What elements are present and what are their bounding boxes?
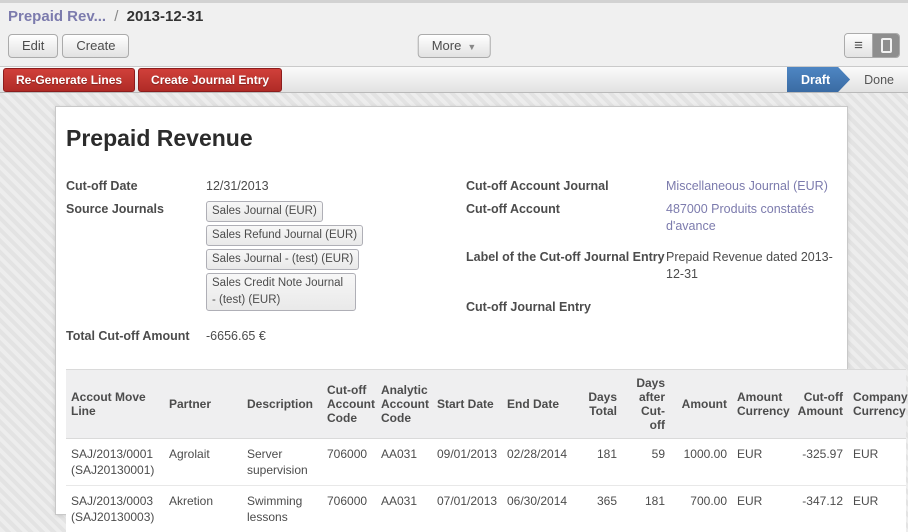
column-header: Analytic Account Code xyxy=(376,370,432,439)
table-cell: -325.97 xyxy=(790,439,848,486)
form-view-icon xyxy=(881,38,892,53)
column-header: Days after Cut-off xyxy=(622,370,670,439)
source-journals-tags: Sales Journal (EUR) Sales Refund Journal… xyxy=(206,201,466,314)
app-window: Prepaid Rev... / 2013-12-31 Edit Create … xyxy=(0,0,908,532)
list-view-icon: ≡ xyxy=(854,38,863,53)
create-button[interactable]: Create xyxy=(62,34,129,58)
journal-entry-label-value: Prepaid Revenue dated 2013-12-31 xyxy=(666,249,841,283)
table-cell: AA031 xyxy=(376,486,432,532)
column-header: Cut-off Account Code xyxy=(322,370,376,439)
field-label: Source Journals xyxy=(66,201,206,314)
table-cell: -347.12 xyxy=(790,486,848,532)
field-journal-entry-label: Label of the Cut-off Journal Entry Prepa… xyxy=(466,249,847,283)
form-fields: Cut-off Date 12/31/2013 Source Journals … xyxy=(66,178,847,351)
column-header: Days Total xyxy=(582,370,622,439)
field-cutoff-date: Cut-off Date 12/31/2013 xyxy=(66,178,466,195)
journal-tag: Sales Credit Note Journal - (test) (EUR) xyxy=(206,273,356,311)
column-header: Cut-off Amount xyxy=(790,370,848,439)
lines-table: Accout Move Line Partner Description Cut… xyxy=(66,369,906,532)
field-label: Cut-off Account Journal xyxy=(466,178,666,195)
table-cell: Swimming lessons xyxy=(242,486,322,532)
table-cell: Agrolait xyxy=(164,439,242,486)
table-cell: EUR xyxy=(848,486,906,532)
field-label: Total Cut-off Amount xyxy=(66,328,206,345)
field-cutoff-journal-entry: Cut-off Journal Entry xyxy=(466,299,847,316)
form-left-column: Cut-off Date 12/31/2013 Source Journals … xyxy=(66,178,466,351)
form-right-column: Cut-off Account Journal Miscellaneous Jo… xyxy=(466,178,847,351)
column-header: Amount xyxy=(670,370,732,439)
table-row[interactable]: SAJ/2013/0001 (SAJ20130001) Agrolait Ser… xyxy=(66,439,906,486)
table-cell: 700.00 xyxy=(670,486,732,532)
form-view-button[interactable] xyxy=(872,34,899,57)
table-cell: 365 xyxy=(582,486,622,532)
field-total-cutoff-amount: Total Cut-off Amount -6656.65 € xyxy=(66,328,466,345)
journal-tag: Sales Journal (EUR) xyxy=(206,201,323,222)
edit-button[interactable]: Edit xyxy=(8,34,58,58)
more-button-label: More xyxy=(432,38,462,53)
column-header: Description xyxy=(242,370,322,439)
table-cell: 02/28/2014 xyxy=(502,439,582,486)
table-cell: SAJ/2013/0003 (SAJ20130003) xyxy=(66,486,164,532)
table-cell: EUR xyxy=(732,439,790,486)
field-label: Cut-off Journal Entry xyxy=(466,299,666,316)
table-cell: 181 xyxy=(582,439,622,486)
more-button[interactable]: More ▼ xyxy=(418,34,491,58)
table-row[interactable]: SAJ/2013/0003 (SAJ20130003) Akretion Swi… xyxy=(66,486,906,532)
status-draft: Draft xyxy=(787,67,850,92)
lines-table-header: Accout Move Line Partner Description Cut… xyxy=(66,370,906,439)
top-header: Prepaid Rev... / 2013-12-31 Edit Create … xyxy=(0,3,908,66)
cutoff-journal-entry-value xyxy=(666,299,841,316)
table-cell: 1000.00 xyxy=(670,439,732,486)
view-switcher: ≡ xyxy=(844,33,900,58)
status-states: Draft Done xyxy=(787,67,908,92)
table-cell: 181 xyxy=(622,486,670,532)
form-sheet: Prepaid Revenue Cut-off Date 12/31/2013 … xyxy=(55,106,848,515)
table-cell: 07/01/2013 xyxy=(432,486,502,532)
cutoff-account-link[interactable]: 487000 Produits constatés d'avance xyxy=(666,201,841,235)
list-view-button[interactable]: ≡ xyxy=(845,34,872,57)
content-area: Prepaid Revenue Cut-off Date 12/31/2013 … xyxy=(0,93,908,532)
table-cell: Server supervision xyxy=(242,439,322,486)
page-title: Prepaid Revenue xyxy=(66,125,847,152)
cutoff-date-value: 12/31/2013 xyxy=(206,178,269,195)
table-cell: 09/01/2013 xyxy=(432,439,502,486)
table-cell: 706000 xyxy=(322,486,376,532)
status-done: Done xyxy=(850,67,908,92)
table-cell: 59 xyxy=(622,439,670,486)
toolbar: Edit Create More ▼ ≡ xyxy=(0,27,908,66)
table-cell: SAJ/2013/0001 (SAJ20130001) xyxy=(66,439,164,486)
regenerate-lines-button[interactable]: Re-Generate Lines xyxy=(3,68,135,92)
table-cell: 706000 xyxy=(322,439,376,486)
more-caret-icon: ▼ xyxy=(467,42,476,52)
table-cell: EUR xyxy=(848,439,906,486)
field-label: Cut-off Date xyxy=(66,178,206,195)
column-header: Company Currency xyxy=(848,370,906,439)
column-header: Start Date xyxy=(432,370,502,439)
field-source-journals: Source Journals Sales Journal (EUR) Sale… xyxy=(66,201,466,314)
breadcrumb-parent-link[interactable]: Prepaid Rev... xyxy=(8,8,106,25)
column-header: Partner xyxy=(164,370,242,439)
create-journal-entry-button[interactable]: Create Journal Entry xyxy=(138,68,282,92)
table-cell: AA031 xyxy=(376,439,432,486)
column-header: Accout Move Line xyxy=(66,370,164,439)
table-cell: Akretion xyxy=(164,486,242,532)
field-label: Cut-off Account xyxy=(466,201,666,235)
table-cell: EUR xyxy=(732,486,790,532)
column-header: Amount Currency xyxy=(732,370,790,439)
column-header: End Date xyxy=(502,370,582,439)
field-cutoff-account-journal: Cut-off Account Journal Miscellaneous Jo… xyxy=(466,178,847,195)
statusbar: Re-Generate Lines Create Journal Entry D… xyxy=(0,66,908,93)
total-cutoff-amount-value: -6656.65 € xyxy=(206,328,266,345)
journal-tag: Sales Journal - (test) (EUR) xyxy=(206,249,359,270)
breadcrumb-separator: / xyxy=(110,8,122,25)
cutoff-account-journal-link[interactable]: Miscellaneous Journal (EUR) xyxy=(666,178,841,195)
field-cutoff-account: Cut-off Account 487000 Produits constaté… xyxy=(466,201,847,235)
breadcrumb: Prepaid Rev... / 2013-12-31 xyxy=(0,3,908,27)
breadcrumb-current: 2013-12-31 xyxy=(127,8,204,25)
journal-tag: Sales Refund Journal (EUR) xyxy=(206,225,363,246)
table-cell: 06/30/2014 xyxy=(502,486,582,532)
field-label: Label of the Cut-off Journal Entry xyxy=(466,249,666,283)
